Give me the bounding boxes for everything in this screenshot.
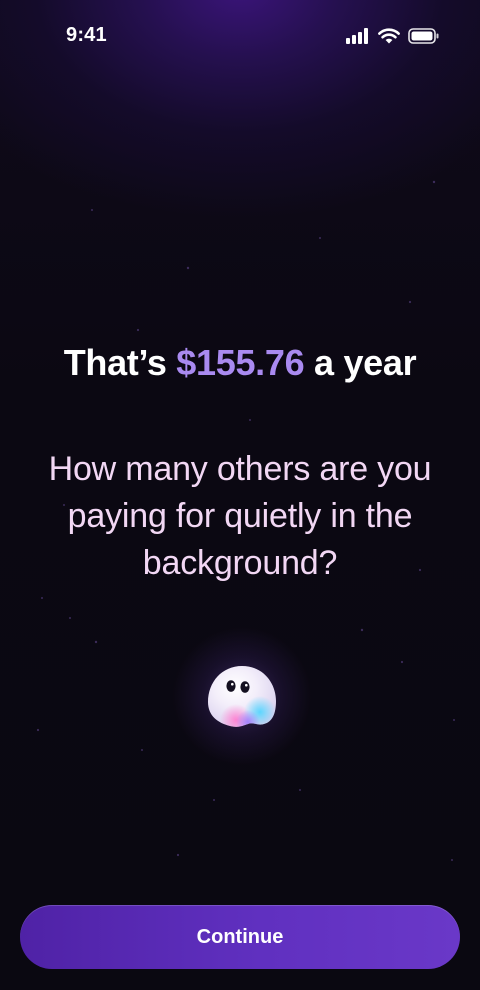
status-time: 9:41: [66, 24, 107, 46]
ghost-icon: [208, 666, 276, 727]
yearly-cost-headline: That’s $155.76 a year: [0, 342, 480, 384]
status-bar: 9:41: [0, 0, 480, 70]
background-subscriptions-question: How many others are you paying for quiet…: [48, 450, 432, 582]
cellular-signal-icon: [346, 28, 368, 44]
ghost-mascot: [172, 626, 312, 766]
headline-suffix: a year: [304, 342, 417, 383]
battery-icon: [408, 28, 439, 44]
headline-prefix: That’s: [63, 342, 177, 383]
status-icons: [346, 26, 440, 46]
yearly-cost-amount: $155.76: [176, 342, 305, 383]
continue-button[interactable]: Continue: [20, 905, 460, 969]
screen: 9:41 That’s $155.76 a year How many othe…: [0, 0, 480, 990]
wifi-icon: [378, 28, 400, 44]
